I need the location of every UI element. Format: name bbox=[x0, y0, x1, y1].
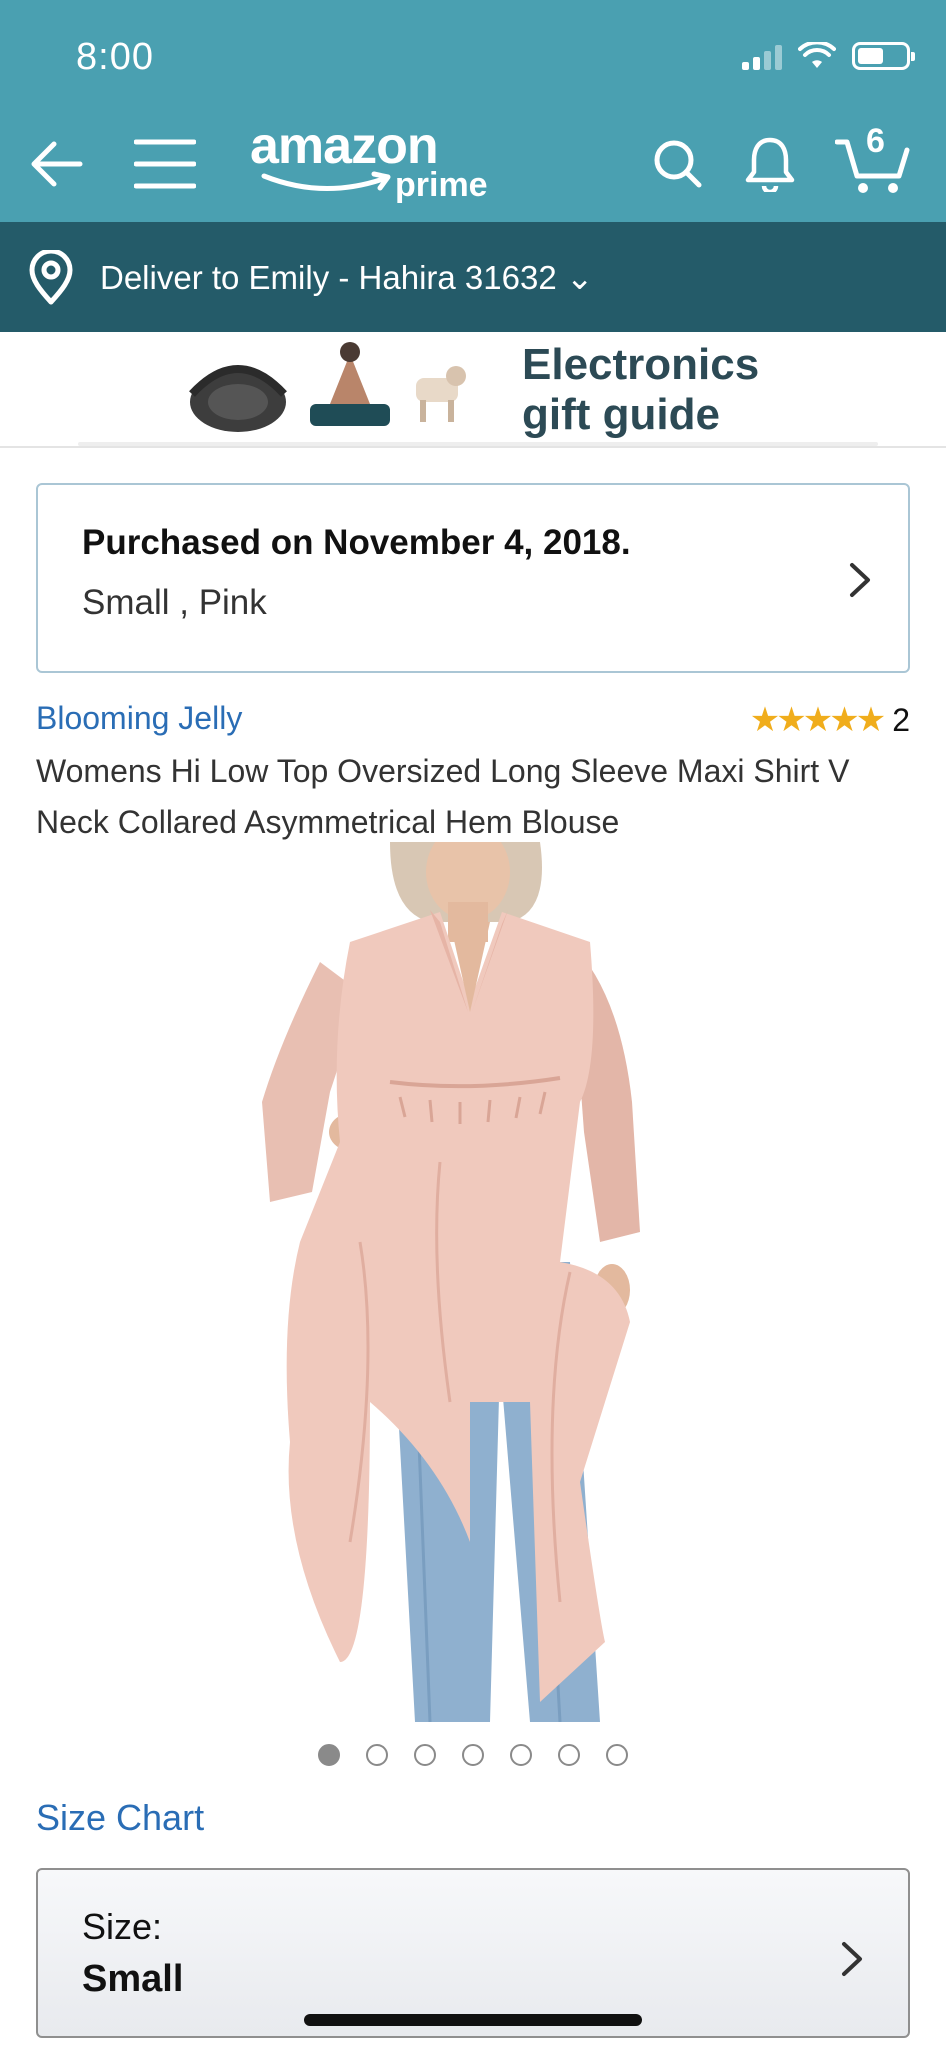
size-label: Size: bbox=[82, 1906, 163, 1947]
battery-icon bbox=[852, 42, 915, 70]
cart-count-badge: 6 bbox=[866, 122, 885, 160]
pagination-dot[interactable] bbox=[414, 1744, 436, 1766]
size-selector[interactable]: Size: Small bbox=[36, 1868, 910, 2038]
cellular-signal-icon bbox=[742, 44, 782, 70]
banner-title-line2: gift guide bbox=[522, 390, 720, 439]
logo-text: amazon bbox=[250, 117, 439, 175]
banner-title-line1: Electronics bbox=[522, 340, 760, 389]
electronics-gift-guide-banner[interactable]: Electronics gift guide bbox=[0, 332, 946, 448]
back-arrow-icon bbox=[31, 141, 83, 187]
wifi-icon bbox=[798, 42, 836, 68]
banner-divider bbox=[78, 442, 878, 446]
back-button[interactable] bbox=[24, 132, 88, 196]
search-button[interactable] bbox=[646, 132, 710, 196]
pagination-dot[interactable] bbox=[510, 1744, 532, 1766]
notifications-button[interactable] bbox=[738, 130, 802, 198]
purchase-history-card[interactable]: Purchased on November 4, 2018. Small , P… bbox=[36, 483, 910, 673]
purchase-date: Purchased on November 4, 2018. bbox=[82, 523, 631, 562]
smile-arrow-icon bbox=[261, 171, 391, 191]
pagination-dot[interactable] bbox=[558, 1744, 580, 1766]
deliver-to-label: Deliver to Emily - Hahira 31632 ⌄ bbox=[100, 259, 594, 296]
size-value: Small bbox=[82, 1958, 184, 2000]
pagination-dot[interactable] bbox=[366, 1744, 388, 1766]
logo-prime-text: prime bbox=[395, 166, 488, 204]
status-time: 8:00 bbox=[76, 36, 154, 78]
chevron-right-icon bbox=[842, 1942, 862, 1976]
bell-icon bbox=[745, 137, 795, 192]
product-image[interactable] bbox=[240, 842, 700, 1722]
purchase-variant: Small , Pink bbox=[82, 583, 267, 622]
amazon-prime-logo[interactable]: amazon prime bbox=[250, 117, 488, 204]
chevron-right-icon bbox=[850, 563, 870, 597]
pagination-dot[interactable] bbox=[462, 1744, 484, 1766]
size-chart-link[interactable]: Size Chart bbox=[36, 1797, 204, 1839]
pagination-dot[interactable] bbox=[606, 1744, 628, 1766]
menu-button[interactable] bbox=[132, 132, 198, 196]
search-icon bbox=[654, 140, 702, 188]
location-pin-icon bbox=[29, 250, 73, 305]
status-icons bbox=[742, 42, 915, 70]
electronics-products-image bbox=[189, 342, 466, 432]
product-title: Womens Hi Low Top Oversized Long Sleeve … bbox=[36, 753, 850, 840]
home-indicator[interactable] bbox=[304, 2014, 642, 2026]
brand-link[interactable]: Blooming Jelly bbox=[36, 700, 242, 737]
menu-icon bbox=[134, 139, 196, 189]
pagination-dot[interactable] bbox=[318, 1744, 340, 1766]
image-pagination bbox=[318, 1744, 628, 1766]
deliver-to-bar[interactable]: Deliver to Emily - Hahira 31632 ⌄ bbox=[0, 222, 946, 332]
star-rating-icon: ★★★★★ bbox=[749, 700, 886, 740]
rating-count: 2 bbox=[892, 701, 910, 738]
rating[interactable]: ★★★★★ 2 bbox=[750, 700, 910, 740]
